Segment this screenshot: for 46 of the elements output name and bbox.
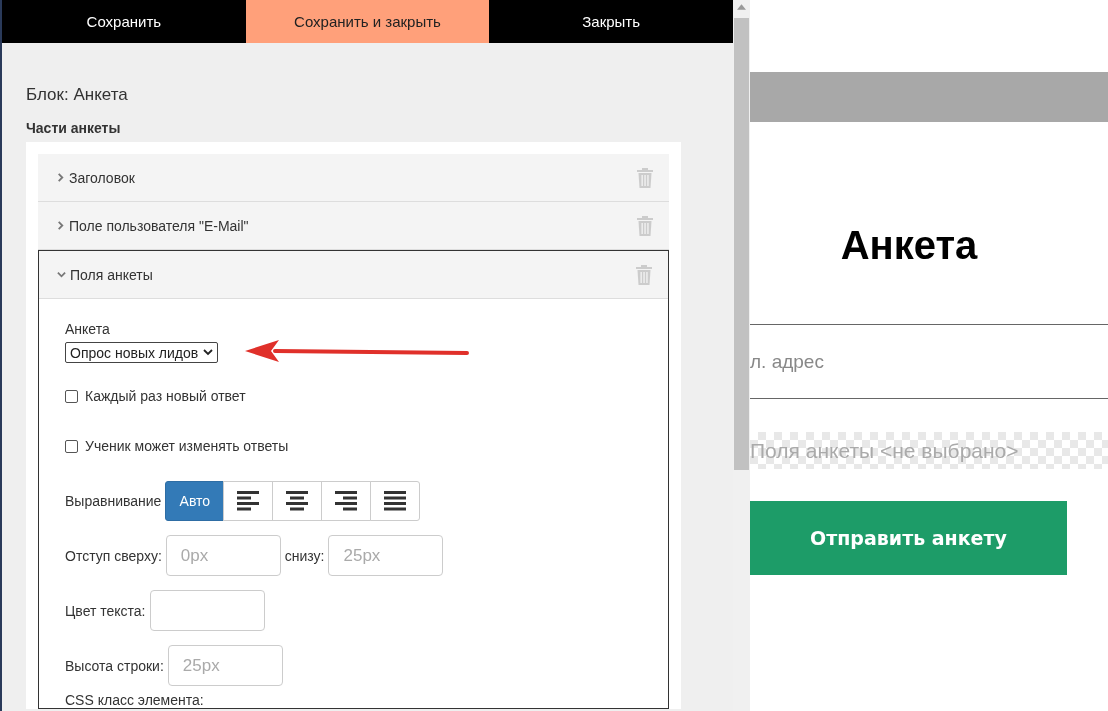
email-field[interactable]: л. адрес [750, 324, 1108, 399]
css-class-label: CSS класс элемента: [65, 692, 205, 708]
align-left-icon [236, 491, 261, 511]
checkbox-label: Ученик может изменять ответы [85, 437, 289, 455]
accordion-header[interactable]: Поля анкеты [39, 251, 668, 299]
align-justify-icon [383, 491, 408, 511]
line-height-label: Высота строки: [65, 657, 164, 674]
toolbar-button[interactable]: Сохранить и закрыть [245, 0, 490, 43]
survey-dropdown[interactable]: Опрос новых лидов [65, 342, 219, 363]
survey-label: Анкета [65, 321, 111, 337]
text-color-label: Цвет текста: [65, 602, 146, 619]
margin-top-label: Отступ сверху: [65, 547, 162, 564]
text-color-field[interactable] [149, 590, 265, 631]
accordion-label: Поле пользователя "E-Mail" [69, 217, 250, 234]
submit-button[interactable]: Отправить анкету [750, 501, 1067, 575]
line-height-field[interactable]: 25px [167, 645, 283, 686]
checkbox-label: Каждый раз новый ответ [85, 387, 246, 405]
chevron-right-icon [56, 173, 65, 182]
align-justify-button[interactable] [370, 481, 421, 521]
checkbox[interactable] [65, 439, 78, 453]
chevron-down-icon [57, 270, 66, 279]
align-center-icon [285, 491, 310, 511]
alignment-auto-button[interactable]: Авто [165, 481, 225, 521]
margin-top-field[interactable]: 0px [165, 535, 281, 576]
scroll-up-icon[interactable] [737, 4, 746, 10]
align-right-icon [334, 491, 359, 511]
trash-icon[interactable] [637, 215, 653, 236]
accordion-label: Поля анкеты [70, 266, 154, 283]
alignment-label: Выравнивание [65, 493, 162, 509]
trash-icon[interactable] [636, 264, 652, 285]
survey-fields-placeholder: Поля анкеты <не выбрано> [750, 439, 1019, 462]
margin-bottom-field[interactable]: 25px [328, 535, 444, 576]
parts-heading: Части анкеты [26, 120, 122, 136]
preview-heading: Анкета [839, 222, 979, 268]
trash-icon[interactable] [637, 167, 653, 188]
chevron-right-icon [56, 221, 65, 230]
block-title: Блок: Анкета [26, 85, 129, 105]
align-right-button[interactable] [321, 481, 372, 521]
align-center-button[interactable] [272, 481, 323, 521]
accordion-label: Заголовок [69, 169, 136, 186]
scrollbar-thumb[interactable] [734, 18, 749, 470]
scrollbar[interactable] [733, 0, 750, 711]
checkbox[interactable] [65, 389, 78, 403]
caret-icon [203, 349, 214, 356]
margin-bottom-label: снизу: [284, 547, 325, 564]
align-left-button[interactable] [223, 481, 274, 521]
